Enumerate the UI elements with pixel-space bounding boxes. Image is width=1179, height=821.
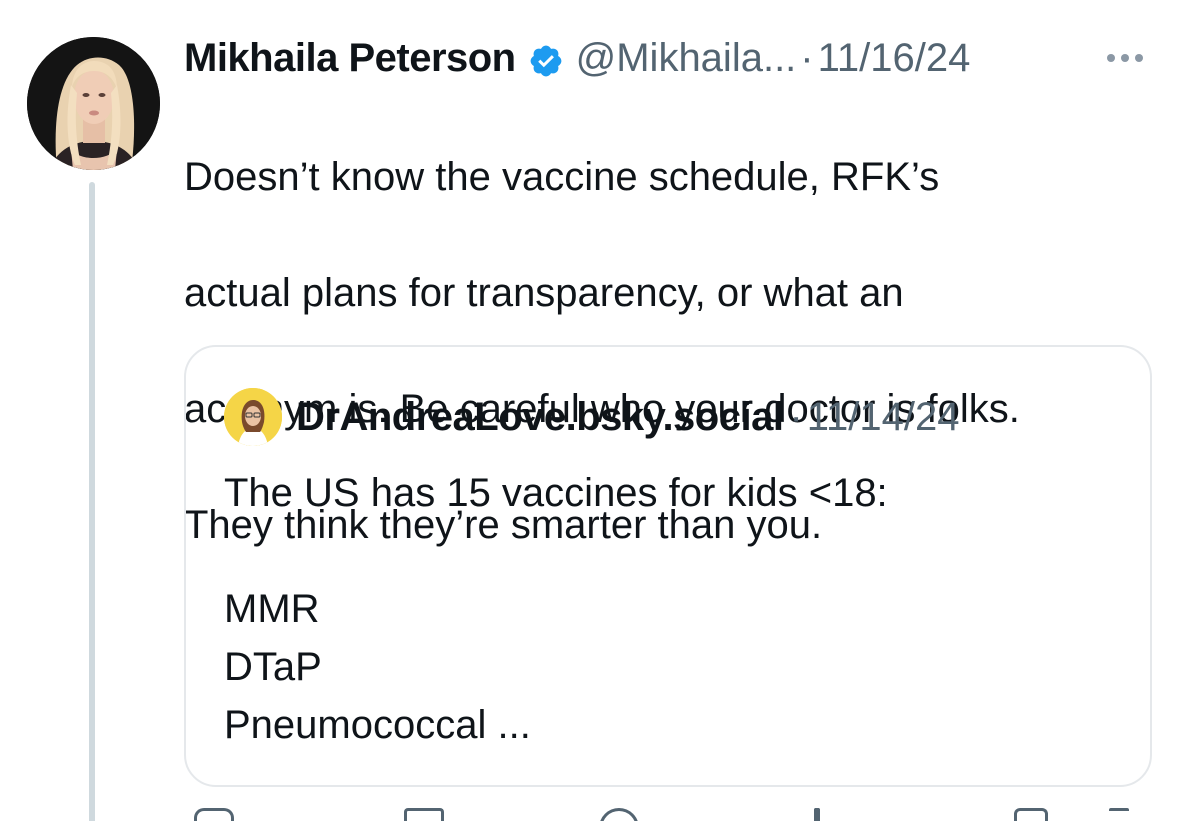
retweet-icon[interactable]	[404, 808, 444, 821]
quoted-author-name[interactable]: DrAndreaLove.bsky.social	[296, 395, 784, 440]
author-avatar[interactable]	[27, 37, 160, 170]
reply-icon[interactable]	[194, 808, 234, 821]
separator-dot: ·	[789, 394, 803, 439]
tweet-text-line: Doesn’t know the vaccine schedule, RFK’s	[184, 155, 940, 199]
quoted-text-line: The US has 15 vaccines for kids <18:	[224, 471, 888, 515]
more-dots-icon[interactable]	[1100, 36, 1150, 80]
quoted-tweet-text: The US has 15 vaccines for kids <18: MMR…	[224, 464, 1124, 754]
author-handle[interactable]: @Mikhaila...	[576, 32, 797, 84]
quoted-tweet-date[interactable]: 11/14/24	[807, 395, 960, 440]
quoted-text-line: MMR	[224, 587, 320, 631]
separator-dot: ·	[800, 36, 814, 80]
like-icon[interactable]	[599, 808, 639, 821]
action-bar	[184, 808, 1144, 821]
tweet: Mikhaila Peterson @Mikhaila... · 11/16/2…	[0, 0, 1179, 821]
tweet-header: Mikhaila Peterson @Mikhaila... · 11/16/2…	[184, 32, 970, 84]
tweet-date[interactable]: 11/16/24	[818, 32, 971, 84]
quoted-tweet-header: DrAndreaLove.bsky.social · 11/14/24	[224, 387, 960, 447]
tweet-text-line: actual plans for transparency, or what a…	[184, 271, 904, 315]
share-icon[interactable]	[1109, 808, 1129, 821]
quoted-author-avatar[interactable]	[224, 388, 282, 446]
bookmark-icon[interactable]	[1014, 808, 1048, 821]
verified-badge-icon[interactable]	[528, 40, 564, 77]
thread-line	[89, 182, 95, 821]
quoted-tweet[interactable]: DrAndreaLove.bsky.social · 11/14/24 The …	[184, 345, 1152, 787]
quoted-text-line	[224, 522, 1124, 580]
author-name[interactable]: Mikhaila Peterson	[184, 32, 516, 84]
views-icon[interactable]	[814, 808, 820, 821]
author-avatar-image	[27, 37, 160, 170]
quoted-text-line: Pneumococcal ...	[224, 703, 531, 747]
quoted-text-line: DTaP	[224, 645, 322, 689]
